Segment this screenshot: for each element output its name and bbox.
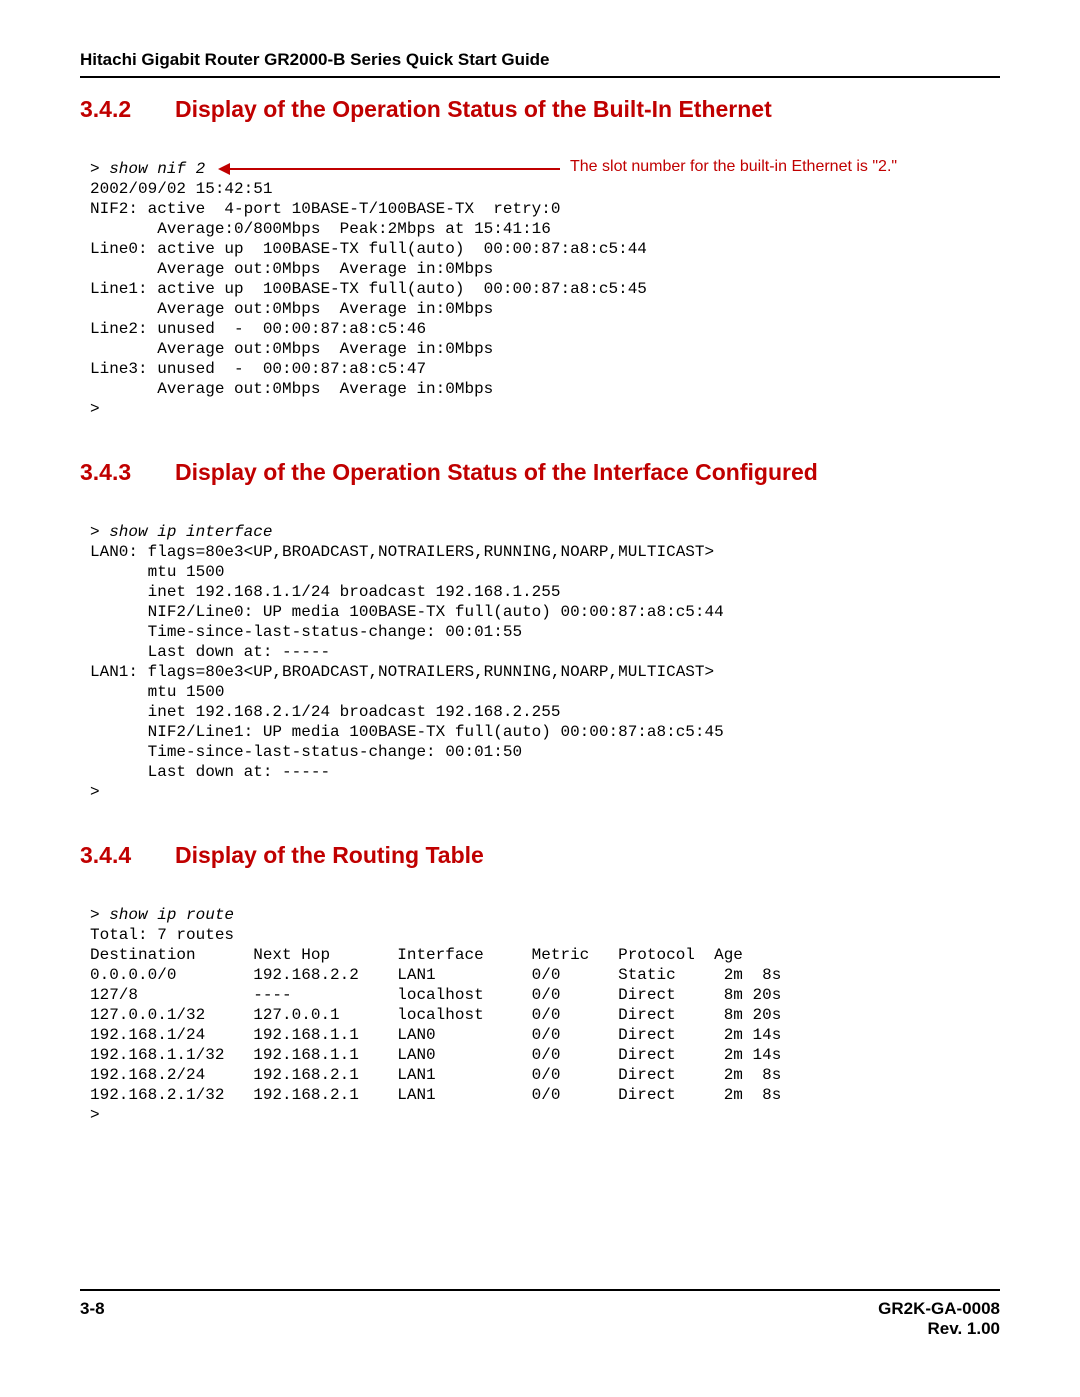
prompt: >: [90, 906, 109, 924]
section-heading-344: 3.4.4 Display of the Routing Table: [80, 842, 1000, 869]
section-number: 3.4.3: [80, 459, 175, 486]
terminal-output-342: > show nif 2 2002/09/02 15:42:51 NIF2: a…: [90, 159, 1000, 419]
doc-id: GR2K-GA-0008: [878, 1299, 1000, 1319]
terminal-body: LAN0: flags=80e3<UP,BROADCAST,NOTRAILERS…: [90, 543, 724, 801]
prompt: >: [90, 523, 109, 541]
terminal-body: 2002/09/02 15:42:51 NIF2: active 4-port …: [90, 180, 647, 418]
page-footer: 3-8 GR2K-GA-0008 Rev. 1.00: [80, 1289, 1000, 1339]
page-header: Hitachi Gigabit Router GR2000-B Series Q…: [80, 50, 1000, 78]
callout-label: The slot number for the built-in Etherne…: [570, 157, 897, 177]
section-heading-342: 3.4.2 Display of the Operation Status of…: [80, 96, 1000, 123]
section-title: Display of the Operation Status of the B…: [175, 96, 772, 123]
section-number: 3.4.4: [80, 842, 175, 869]
doc-rev: Rev. 1.00: [878, 1319, 1000, 1339]
command: show ip interface: [109, 523, 272, 541]
terminal-body: Total: 7 routes Destination Next Hop Int…: [90, 926, 781, 1124]
terminal-output-343: > show ip interface LAN0: flags=80e3<UP,…: [90, 522, 1000, 802]
section-heading-343: 3.4.3 Display of the Operation Status of…: [80, 459, 1000, 486]
prompt: >: [90, 160, 109, 178]
section-title: Display of the Operation Status of the I…: [175, 459, 818, 486]
terminal-output-344: > show ip route Total: 7 routes Destinat…: [90, 905, 1000, 1125]
section-number: 3.4.2: [80, 96, 175, 123]
command: show nif 2: [109, 160, 205, 178]
section-title: Display of the Routing Table: [175, 842, 484, 869]
callout-arrow-icon: [220, 168, 560, 170]
page-number: 3-8: [80, 1299, 105, 1339]
command: show ip route: [109, 906, 234, 924]
